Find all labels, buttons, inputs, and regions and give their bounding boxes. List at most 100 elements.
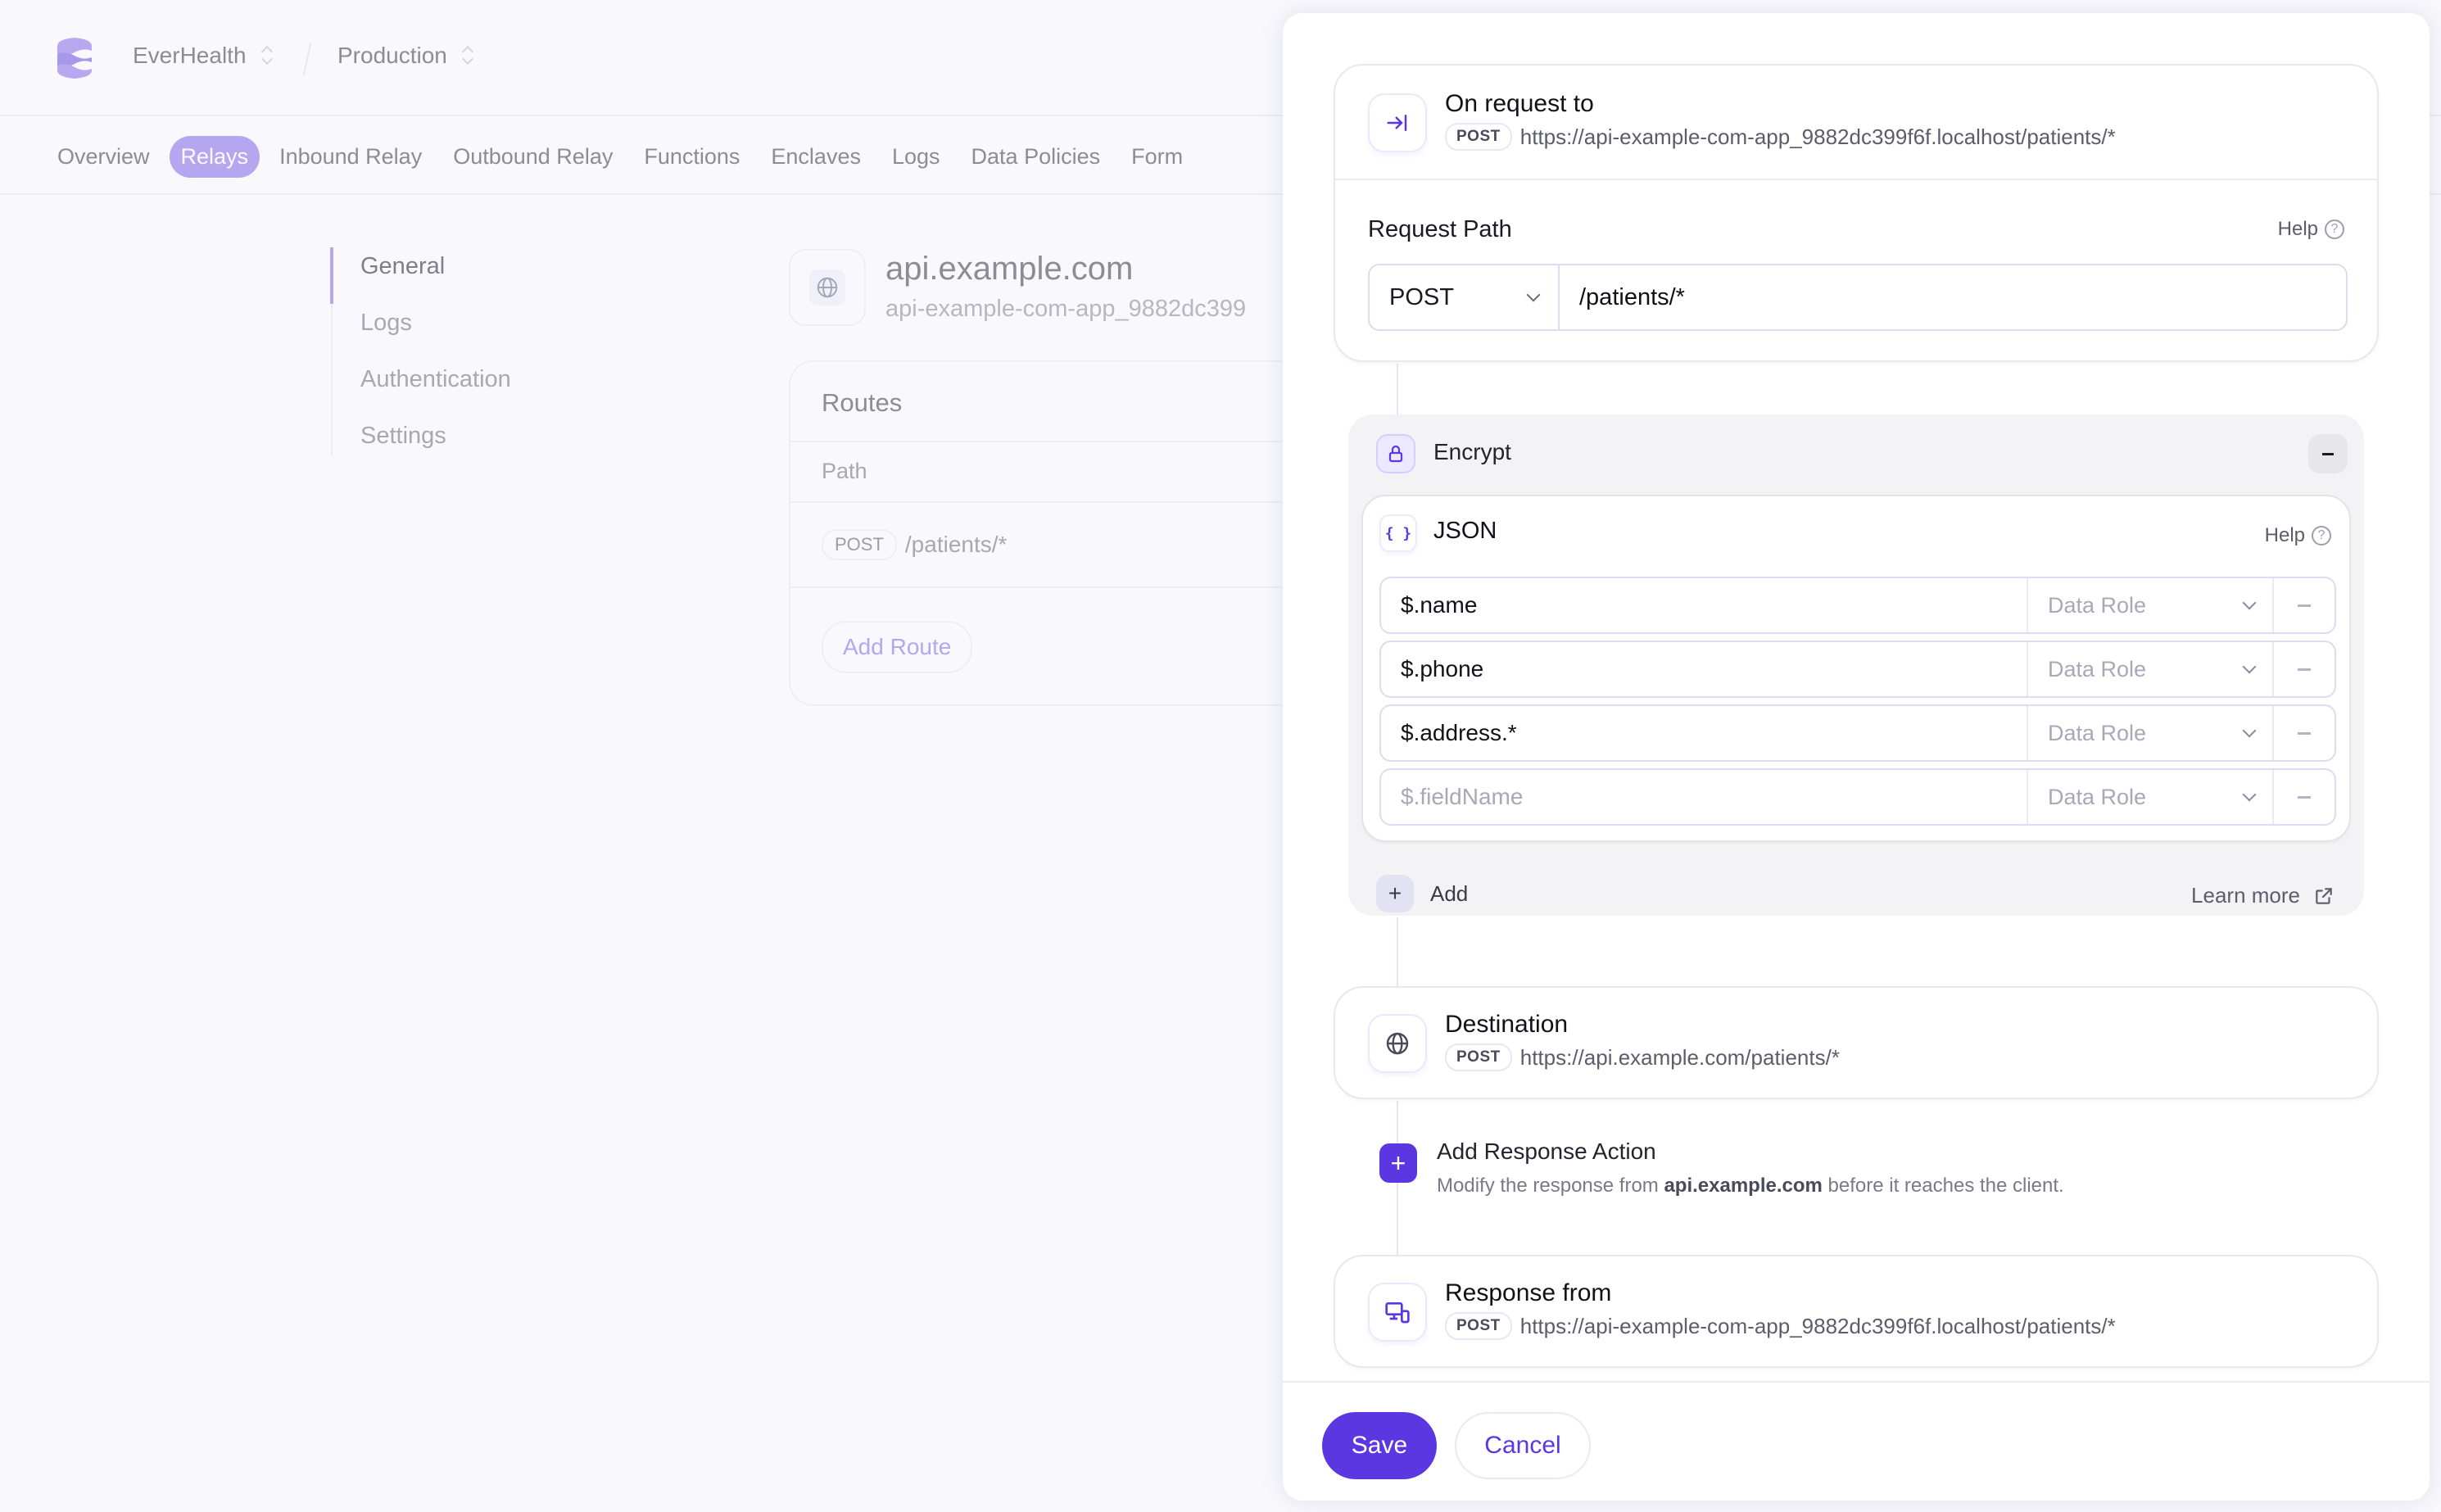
json-field-row: Data Role: [1379, 704, 2336, 762]
relay-title: api.example.com: [885, 251, 1134, 287]
tab-data-policies[interactable]: Data Policies: [960, 136, 1112, 178]
drawer-content: On request to POST https://api-example-c…: [1283, 13, 2430, 1381]
request-path-help-link[interactable]: Help ?: [2278, 218, 2344, 241]
data-role-select[interactable]: Data Role: [2027, 706, 2272, 760]
response-from-url-line: POST https://api-example-com-app_9882dc3…: [1445, 1312, 2116, 1340]
route-method: POST: [822, 529, 897, 560]
flow-connector: [1397, 917, 1398, 986]
save-button[interactable]: Save: [1322, 1412, 1437, 1479]
destination-url: https://api.example.com/patients/*: [1519, 1044, 1840, 1070]
subnav-item-logs[interactable]: Logs: [333, 304, 511, 360]
learn-more-link[interactable]: Learn more: [2191, 883, 2335, 908]
data-role-select[interactable]: Data Role: [2027, 578, 2272, 632]
desc-host: api.example.com: [1664, 1175, 1823, 1197]
json-path-input[interactable]: [1381, 642, 2027, 696]
json-path-input[interactable]: [1381, 770, 2027, 824]
relay-icon-box: [789, 249, 866, 326]
cancel-button[interactable]: Cancel: [1455, 1412, 1591, 1479]
relay-header: api.example.com api-example-com-app_9882…: [789, 249, 1246, 326]
desc-text: Modify the response from: [1437, 1175, 1664, 1197]
org-switcher[interactable]: EverHealth: [133, 43, 273, 69]
minus-icon: [2298, 604, 2311, 607]
route-row[interactable]: POST /patients/*: [790, 503, 1361, 588]
request-path-label: Request Path: [1368, 216, 1512, 242]
route-path: /patients/*: [904, 532, 1008, 557]
json-path-input[interactable]: [1381, 706, 2027, 760]
data-role-placeholder: Data Role: [2048, 656, 2147, 681]
on-request-card: On request to POST https://api-example-c…: [1334, 64, 2379, 362]
tab-functions[interactable]: Functions: [632, 136, 751, 178]
tab-relays[interactable]: Relays: [169, 136, 260, 178]
external-link-icon: [2316, 887, 2332, 904]
drawer-footer: Save Cancel: [1283, 1381, 2430, 1501]
learn-more-label: Learn more: [2191, 883, 2300, 908]
response-icon-box: [1368, 1283, 1427, 1342]
route-editor-drawer: On request to POST https://api-example-c…: [1283, 13, 2430, 1501]
add-field-button[interactable]: + Add: [1376, 875, 1468, 912]
add-response-action-description: Modify the response from api.example.com…: [1437, 1175, 2064, 1197]
data-role-select[interactable]: Data Role: [2027, 770, 2272, 824]
encrypt-title: Encrypt: [1433, 439, 1511, 464]
json-card: { } JSON Help ? Data Role Data Role Data R…: [1361, 495, 2351, 842]
arrow-right-to-line-icon: [1387, 115, 1407, 131]
on-request-title: On request to: [1445, 90, 1594, 117]
tab-inbound-relay[interactable]: Inbound Relay: [268, 136, 433, 178]
environment-name: Production: [337, 43, 447, 68]
json-field-row: Data Role: [1379, 641, 2336, 698]
data-role-placeholder: Data Role: [2048, 720, 2147, 745]
add-field-label: Add: [1430, 880, 1469, 906]
on-request-url-line: POST https://api-example-com-app_9882dc3…: [1445, 123, 2116, 151]
on-request-url: https://api-example-com-app_9882dc399f6f…: [1519, 124, 2116, 149]
chevron-down-icon: [2242, 723, 2257, 738]
subnav-item-settings[interactable]: Settings: [333, 417, 511, 473]
devices-icon: [1385, 1302, 1410, 1324]
globe-icon: [1386, 1032, 1409, 1055]
routes-card: Routes Path POST /patients/* Add Route: [789, 360, 1362, 706]
add-route-button[interactable]: Add Route: [822, 621, 973, 673]
lock-icon: [1388, 445, 1403, 463]
remove-field-button[interactable]: [2272, 578, 2335, 632]
relay-subtitle: api-example-com-app_9882dc399: [885, 296, 1247, 322]
data-role-select[interactable]: Data Role: [2027, 642, 2272, 696]
remove-field-button[interactable]: [2272, 770, 2335, 824]
tab-logs[interactable]: Logs: [881, 136, 952, 178]
response-from-title: Response from: [1445, 1279, 1612, 1306]
response-from-url: https://api-example-com-app_9882dc399f6f…: [1519, 1313, 2116, 1338]
minus-icon: [2298, 668, 2311, 671]
plus-icon: +: [1376, 875, 1414, 912]
desc-text: before it reaches the client.: [1822, 1175, 2064, 1197]
collapse-encrypt-button[interactable]: [2308, 434, 2348, 473]
globe-icon: [817, 277, 838, 298]
tab-outbound-relay[interactable]: Outbound Relay: [442, 136, 624, 178]
tab-enclaves[interactable]: Enclaves: [759, 136, 872, 178]
method-badge: POST: [1445, 123, 1512, 151]
request-path-input-group: POST /patients/*: [1368, 264, 2348, 331]
add-response-action-button[interactable]: +: [1379, 1143, 1417, 1183]
minus-icon: [2298, 731, 2311, 735]
remove-field-button[interactable]: [2272, 642, 2335, 696]
routes-title: Routes: [790, 362, 1361, 442]
subnav-item-authentication[interactable]: Authentication: [333, 360, 511, 417]
json-path-input[interactable]: [1381, 578, 2027, 632]
environment-switcher[interactable]: Production: [337, 43, 473, 69]
relay-subnav: General Logs Authentication Settings: [330, 247, 511, 455]
help-label: Help: [2277, 218, 2318, 240]
path-input[interactable]: /patients/*: [1560, 265, 2346, 329]
minus-icon: [2322, 452, 2334, 455]
minus-icon: [2298, 795, 2311, 799]
plus-icon: +: [1390, 1148, 1406, 1178]
everhealth-logo-icon: [57, 38, 92, 79]
chevron-down-icon: [2242, 787, 2257, 802]
tab-overview[interactable]: Overview: [46, 136, 161, 178]
remove-field-button[interactable]: [2272, 706, 2335, 760]
data-role-placeholder: Data Role: [2048, 592, 2147, 618]
tab-form[interactable]: Form: [1120, 136, 1194, 178]
help-label: Help: [2264, 524, 2305, 546]
method-select[interactable]: POST: [1370, 265, 1560, 329]
chevron-down-icon: [2242, 659, 2257, 674]
response-from-card: Response from POST https://api-example-c…: [1334, 1255, 2379, 1368]
destination-icon-box: [1368, 1014, 1427, 1073]
routes-column-path: Path: [790, 442, 1361, 503]
json-help-link[interactable]: Help ?: [2265, 524, 2331, 547]
subnav-item-general[interactable]: General: [330, 247, 511, 304]
